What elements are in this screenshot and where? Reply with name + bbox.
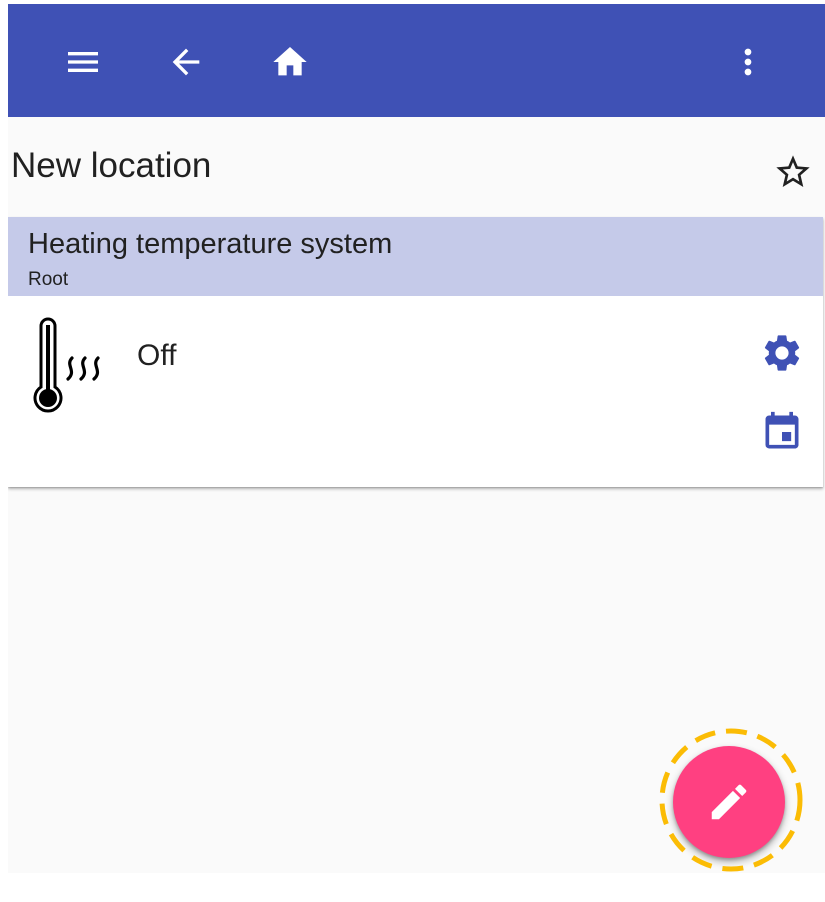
- device-schedule-button[interactable]: [758, 408, 806, 456]
- edit-fab-button[interactable]: [673, 746, 785, 858]
- back-button[interactable]: [158, 34, 214, 90]
- menu-icon: [68, 52, 98, 72]
- page-title: New location: [11, 146, 212, 185]
- home-icon: [273, 47, 307, 76]
- arrow-back-icon: [172, 48, 200, 76]
- pencil-icon: [711, 784, 747, 820]
- gear-icon: [764, 335, 800, 371]
- thermometer-heat-icon: [33, 317, 100, 413]
- more-vert-icon: [744, 48, 752, 76]
- device-card-header: Heating temperature system Root: [8, 217, 823, 296]
- device-name: Heating temperature system: [28, 228, 393, 260]
- more-options-button[interactable]: [720, 34, 776, 90]
- menu-button[interactable]: [55, 34, 111, 90]
- device-status: Off: [137, 339, 177, 372]
- device-parent: Root: [28, 269, 69, 290]
- device-card: Heating temperature system Root Off: [8, 217, 823, 487]
- favorite-button[interactable]: [770, 149, 816, 195]
- device-settings-button[interactable]: [758, 329, 806, 377]
- app-screen: New location Heating temperature system …: [8, 4, 825, 873]
- top-app-bar: [8, 4, 825, 117]
- home-button[interactable]: [262, 34, 318, 90]
- star-outline-icon: [776, 155, 810, 187]
- calendar-icon: [765, 411, 799, 449]
